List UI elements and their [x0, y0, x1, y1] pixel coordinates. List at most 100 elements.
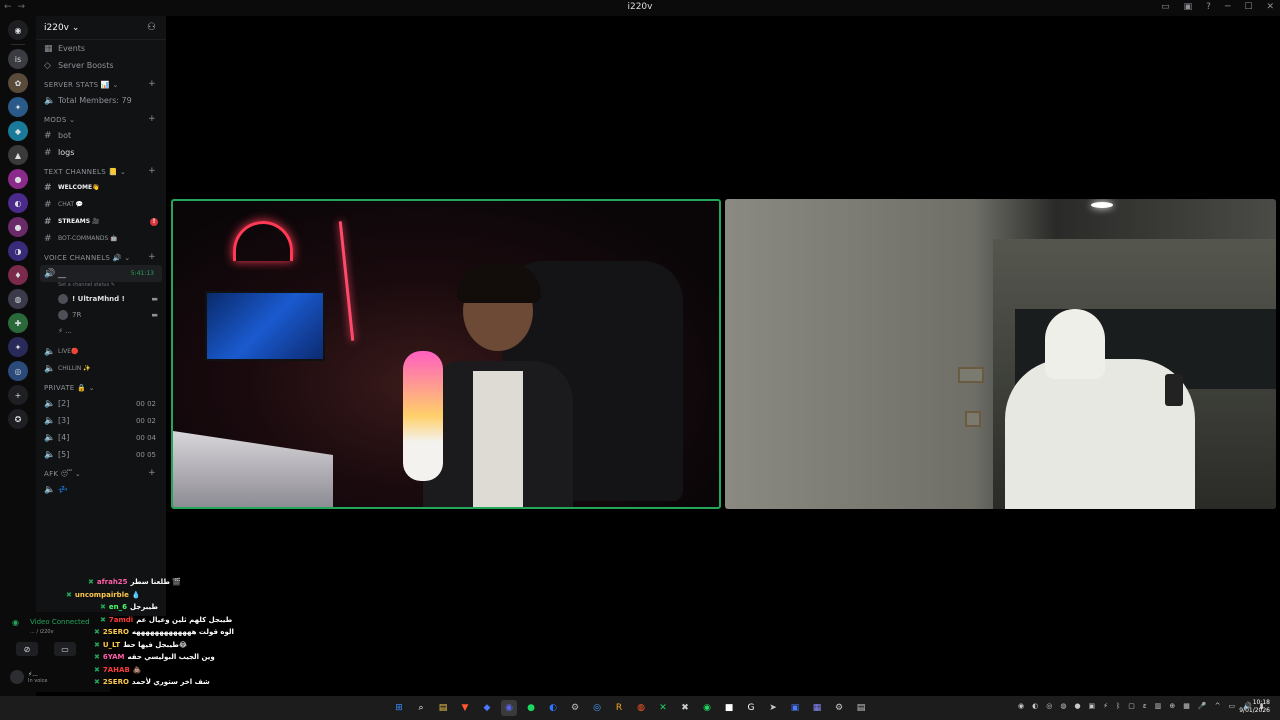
tray-icon[interactable]: ▢ [1128, 702, 1135, 710]
server-icon[interactable]: ◆ [8, 121, 28, 141]
server-boosts-item[interactable]: ◇ Server Boosts [36, 57, 166, 74]
tray-icon[interactable]: ⊕ [1169, 702, 1175, 710]
microphone-icon[interactable]: 🎤 [1198, 702, 1207, 710]
channel-chat[interactable]: # CHAT 💬 [36, 196, 166, 213]
invite-icon[interactable]: ⚇ [147, 22, 156, 33]
discord-icon[interactable]: ◉ [501, 700, 517, 716]
voice-channel-private[interactable]: 🔈 [5] 00 05 [36, 446, 166, 463]
close-icon[interactable]: ✕ [1266, 2, 1274, 12]
app-icon[interactable]: ▤ [853, 700, 869, 716]
video-tile-streamer[interactable] [171, 199, 721, 509]
user-panel[interactable]: ⚡... In voice [10, 670, 47, 684]
tray-icon[interactable]: ε [1143, 702, 1147, 710]
tray-icon[interactable]: ◍ [1060, 702, 1066, 710]
tray-icon[interactable]: ● [1074, 702, 1080, 710]
server-icon[interactable]: ♦ [8, 265, 28, 285]
voice-location[interactable]: ... / i220v [30, 629, 54, 635]
server-icon[interactable]: ● [8, 217, 28, 237]
server-icon[interactable]: ◑ [8, 241, 28, 261]
voice-channel-private[interactable]: 🔈 [2] 00 02 [36, 395, 166, 412]
clock[interactable]: 10:18 9/01/2026 [1239, 699, 1270, 715]
app-icon[interactable]: ◆ [479, 700, 495, 716]
tray-icon[interactable]: ▣ [1089, 702, 1096, 710]
inbox-icon[interactable]: ▭ [1161, 2, 1170, 12]
tray-icon[interactable]: ◐ [1032, 702, 1038, 710]
steam-icon[interactable]: ◐ [545, 700, 561, 716]
tray-icon[interactable]: ⚡ [1103, 702, 1108, 710]
windows-start-icon[interactable]: ⊞ [391, 700, 407, 716]
server-icon[interactable]: ✦ [8, 337, 28, 357]
app-icon[interactable]: ⚙ [567, 700, 583, 716]
tray-icon[interactable]: ◉ [1018, 702, 1024, 710]
minimize-icon[interactable]: ─ [1225, 2, 1230, 12]
file-explorer-icon[interactable]: ▤ [435, 700, 451, 716]
channel-logs[interactable]: # logs [36, 144, 166, 161]
app-icon[interactable]: R [611, 700, 627, 716]
app-icon[interactable]: ➤ [765, 700, 781, 716]
add-channel-icon[interactable]: + [148, 79, 156, 89]
add-channel-icon[interactable]: + [148, 468, 156, 478]
voice-user[interactable]: 7R ▬ [36, 307, 166, 323]
tray-icon[interactable]: ▥ [1155, 702, 1162, 710]
app-icon[interactable]: G [743, 700, 759, 716]
voice-channel-private[interactable]: 🔈 [4] 00 04 [36, 429, 166, 446]
settings-icon[interactable]: ⚙ [831, 700, 847, 716]
tray-icon[interactable]: ▦ [1183, 702, 1190, 710]
chevron-up-icon[interactable]: ^ [1215, 702, 1221, 710]
help-icon[interactable]: ? [1206, 2, 1211, 12]
channel-streams[interactable]: # STREAMS 🎥! [36, 213, 166, 230]
add-channel-icon[interactable]: + [148, 166, 156, 176]
voice-channel-chillin[interactable]: 🔈 CHILLIN ✨ [36, 360, 166, 377]
bluetooth-icon[interactable]: ᛒ [1116, 702, 1120, 710]
channel-bot[interactable]: # bot [36, 127, 166, 144]
category-private[interactable]: PRIVATE 🔒 ⌄ [36, 377, 166, 395]
category-afk[interactable]: AFK 😴 ⌄ + [36, 463, 166, 481]
events-item[interactable]: ▦ Events [36, 40, 166, 57]
network-icon[interactable]: ▭ [1228, 702, 1235, 710]
video-tile-room[interactable] [725, 199, 1276, 509]
voice-channel-active[interactable]: 🔊 __ 5:41:13 [40, 265, 162, 282]
search-icon[interactable]: ⌕ [413, 700, 429, 716]
app-icon[interactable]: ◍ [633, 700, 649, 716]
voice-user[interactable]: ⚡ ... [36, 323, 166, 339]
spotify-icon[interactable]: ● [523, 700, 539, 716]
app-icon[interactable]: ◎ [589, 700, 605, 716]
app-icon[interactable]: ▦ [809, 700, 825, 716]
server-icon[interactable]: ◎ [8, 361, 28, 381]
server-icon[interactable]: ✦ [8, 97, 28, 117]
voice-channel-private[interactable]: 🔈 [3] 00 02 [36, 412, 166, 429]
camera-off-button[interactable]: ⊘ [16, 642, 38, 656]
server-icon[interactable]: ▲ [8, 145, 28, 165]
voice-channel-afk[interactable]: 🔈 💤 [36, 481, 166, 498]
brave-icon[interactable]: ▼ [457, 700, 473, 716]
screen-icon[interactable]: ▣ [1184, 2, 1193, 12]
voice-user[interactable]: ! UltraMhnd ! ▬ [36, 291, 166, 307]
category-voice-channels[interactable]: VOICE CHANNELS 🔊 ⌄ + [36, 247, 166, 265]
xbox-icon[interactable]: ✕ [655, 700, 671, 716]
category-mods[interactable]: MODS ⌄ + [36, 109, 166, 127]
server-icon[interactable]: ✿ [8, 73, 28, 93]
server-icon[interactable]: ◍ [8, 289, 28, 309]
channel-welcome[interactable]: # WELCOME👋 [36, 179, 166, 196]
discord-home-icon[interactable]: ◉ [8, 20, 28, 40]
server-icon[interactable]: ✚ [8, 313, 28, 333]
channel-total-members[interactable]: 🔈 Total Members: 79 [36, 92, 166, 109]
app-icon[interactable]: ■ [721, 700, 737, 716]
category-text-channels[interactable]: TEXT CHANNELS 📒 ⌄ + [36, 161, 166, 179]
add-channel-icon[interactable]: + [148, 252, 156, 262]
add-channel-icon[interactable]: + [148, 114, 156, 124]
discover-icon[interactable]: ✪ [8, 409, 28, 429]
tray-icon[interactable]: ◎ [1046, 702, 1052, 710]
app-icon[interactable]: ✖ [677, 700, 693, 716]
category-server-stats[interactable]: SERVER STATS 📊 ⌄ + [36, 74, 166, 92]
maximize-icon[interactable]: ☐ [1244, 2, 1252, 12]
server-icon[interactable]: ● [8, 169, 28, 189]
channel-bot-commands[interactable]: # BOT-COMMANDS 🤖 [36, 230, 166, 247]
server-icon[interactable]: is [8, 49, 28, 69]
server-icon[interactable]: ◐ [8, 193, 28, 213]
server-name[interactable]: i220v ⌄ [44, 23, 79, 33]
app-icon[interactable]: ▣ [787, 700, 803, 716]
voice-channel-live[interactable]: 🔈 LIVE🔴 [36, 343, 166, 360]
add-server-icon[interactable]: + [8, 385, 28, 405]
channel-status[interactable]: Set a channel status ✎ [36, 282, 166, 291]
